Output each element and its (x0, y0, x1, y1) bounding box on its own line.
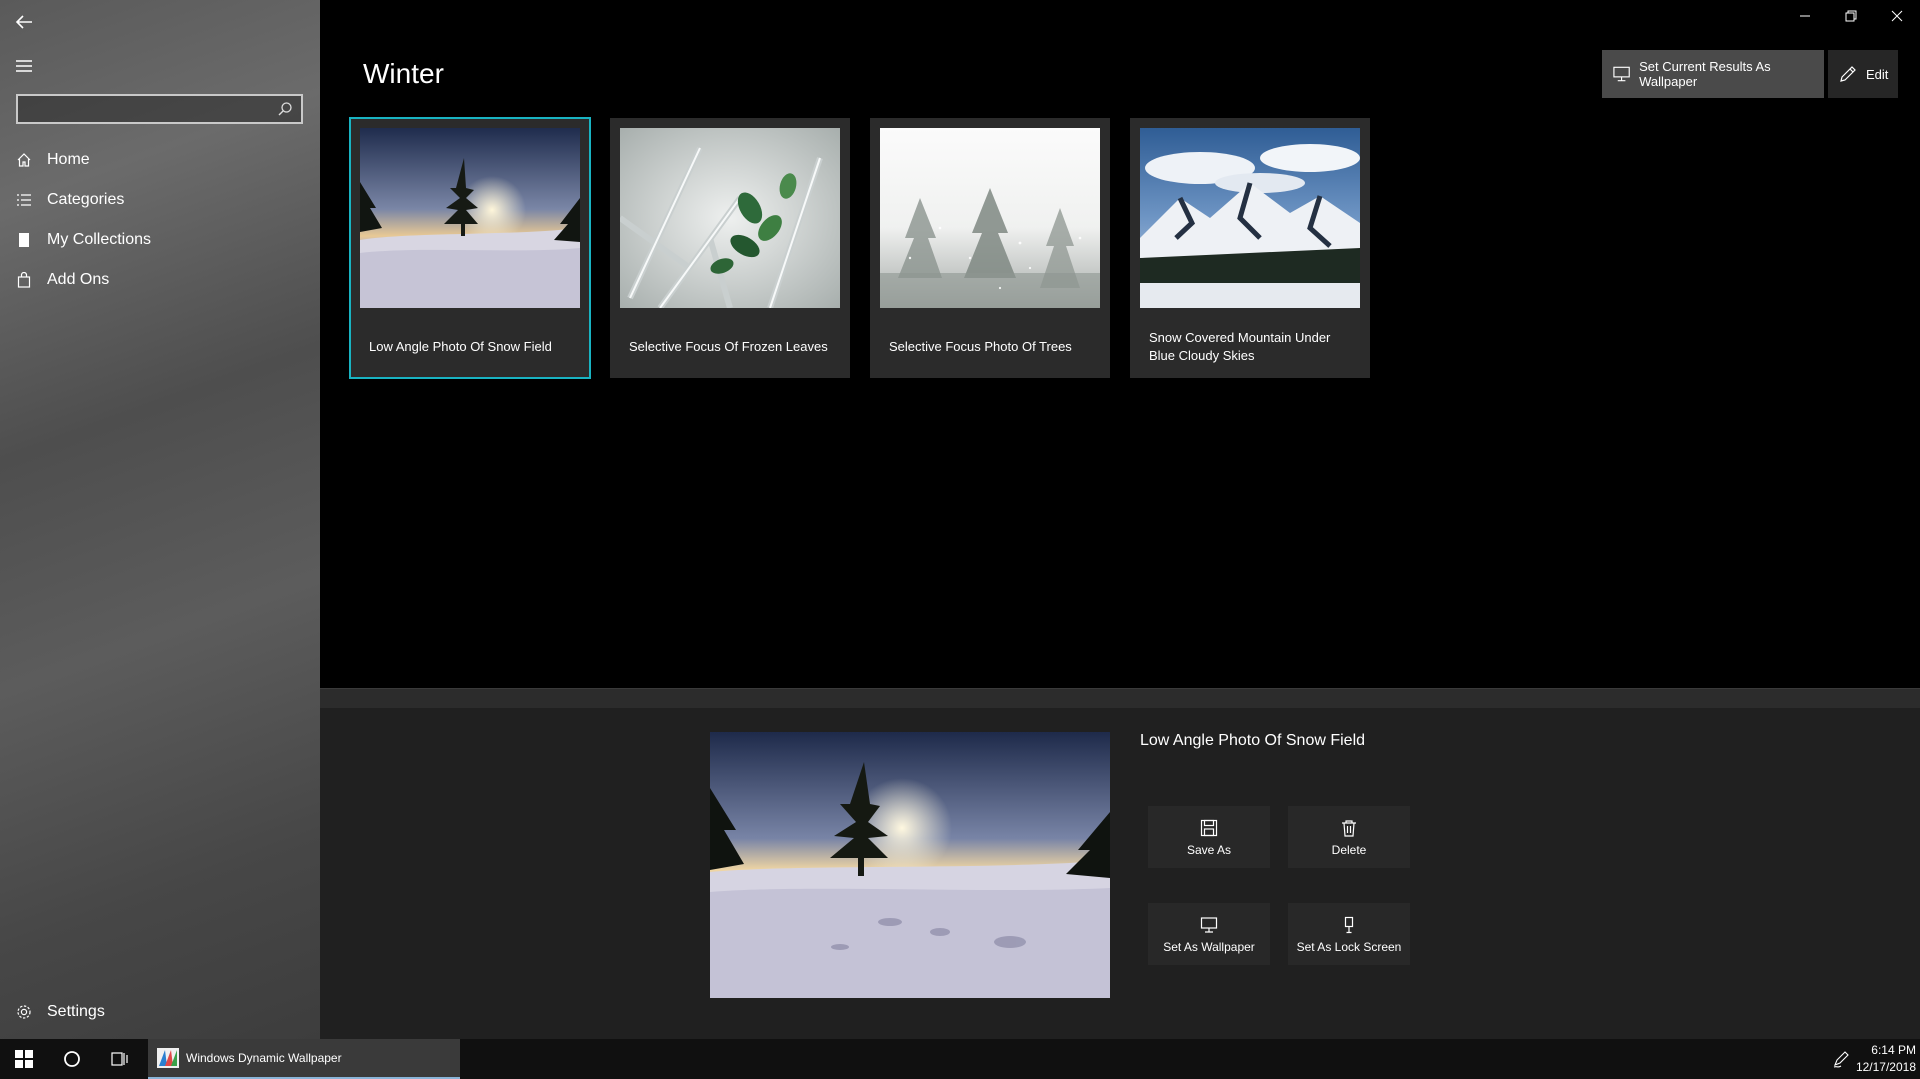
card-title: Low Angle Photo Of Snow Field (369, 339, 552, 354)
thumbnail-snowy-trees (880, 128, 1100, 308)
delete-label: Delete (1331, 843, 1367, 857)
gear-icon (15, 1003, 33, 1021)
sidebar-item-categories[interactable]: Categories (0, 180, 320, 220)
bookmark-icon (15, 231, 33, 249)
sidebar-item-my-collections[interactable]: My Collections (0, 220, 320, 260)
pencil-icon (1840, 66, 1856, 82)
delete-button[interactable]: Delete (1288, 806, 1410, 868)
save-as-button[interactable]: Save As (1148, 806, 1270, 868)
sidebar-item-home[interactable]: Home (0, 140, 320, 180)
hamburger-menu-button[interactable] (12, 56, 36, 76)
detail-title: Low Angle Photo Of Snow Field (1140, 732, 1366, 749)
set-as-wallpaper-button[interactable]: Set As Wallpaper (1148, 903, 1270, 965)
monitor-icon (1199, 914, 1219, 936)
detail-panel (320, 708, 1920, 1039)
thumbnail-frozen-leaves (620, 128, 840, 308)
task-view-icon (111, 1052, 128, 1066)
card-title: Selective Focus Photo Of Trees (889, 339, 1072, 354)
back-arrow-icon (15, 15, 32, 29)
set-as-lock-screen-button[interactable]: Set As Lock Screen (1288, 903, 1410, 965)
close-button[interactable] (1874, 0, 1920, 32)
sidebar-item-label: Home (47, 151, 90, 168)
clock-time: 6:14 PM (1871, 1043, 1916, 1057)
clock-date: 12/17/2018 (1855, 1060, 1916, 1074)
thumbnail-snow-field (360, 128, 580, 308)
sidebar-item-settings[interactable]: Settings (0, 992, 320, 1032)
taskbar-app-windows-dynamic-wallpaper[interactable]: Windows Dynamic Wallpaper (148, 1039, 460, 1079)
save-as-label: Save As (1186, 843, 1232, 857)
gallery-card[interactable]: Snow Covered Mountain Under Blue Cloudy … (1130, 118, 1370, 378)
detail-preview-image (710, 732, 1110, 998)
minimize-button[interactable] (1782, 0, 1828, 32)
pen-icon (1833, 1051, 1849, 1068)
sidebar-item-label: My Collections (47, 231, 152, 248)
gallery-card[interactable]: Low Angle Photo Of Snow Field (349, 117, 591, 379)
search-box (16, 94, 303, 124)
card-title: Selective Focus Of Frozen Leaves (629, 339, 828, 354)
gallery-card[interactable]: Selective Focus Of Frozen Leaves (610, 118, 850, 378)
monitor-icon (1613, 66, 1630, 82)
set-wallpaper-label: Set Current Results As Wallpaper (1639, 59, 1771, 89)
sidebar-item-add-ons[interactable]: Add Ons (0, 260, 320, 300)
close-icon (1891, 10, 1903, 22)
minimize-icon (1800, 15, 1810, 17)
trash-icon (1339, 817, 1359, 839)
restore-icon (1845, 10, 1857, 22)
search-input[interactable] (18, 96, 258, 122)
edit-label: Edit (1866, 66, 1889, 82)
home-icon (15, 151, 33, 169)
edit-button[interactable]: Edit (1828, 50, 1898, 98)
cortana-button[interactable] (48, 1039, 96, 1079)
save-icon (1199, 817, 1219, 839)
sidebar: Home Categories My Collections Add Ons S… (0, 0, 320, 1039)
back-button[interactable] (12, 10, 36, 34)
sidebar-item-label: Categories (47, 191, 125, 208)
search-icon[interactable] (277, 101, 293, 117)
task-view-button[interactable] (96, 1039, 144, 1079)
restore-button[interactable] (1828, 0, 1874, 32)
cortana-icon (64, 1051, 80, 1067)
bag-icon (15, 271, 33, 289)
page-title: Winter (363, 58, 444, 89)
panel-splitter[interactable] (320, 688, 1920, 708)
taskbar: Windows Dynamic Wallpaper 6:14 PM 12/17/… (0, 1039, 1920, 1079)
card-title: Snow Covered Mountain Under Blue Cloudy … (1149, 330, 1331, 363)
start-button[interactable] (0, 1039, 48, 1079)
sidebar-item-label: Settings (47, 1003, 105, 1020)
set-as-lock-screen-label: Set As Lock Screen (1296, 940, 1402, 954)
taskbar-app-label: Windows Dynamic Wallpaper (186, 1051, 342, 1065)
set-as-wallpaper-label: Set As Wallpaper (1163, 940, 1255, 954)
thumbnail-snow-mountain (1140, 128, 1360, 308)
hamburger-icon (16, 60, 32, 72)
app-icon (157, 1048, 179, 1068)
set-current-results-as-wallpaper-button[interactable]: Set Current Results As Wallpaper (1602, 50, 1824, 98)
system-clock[interactable]: 6:14 PM 12/17/2018 (1852, 1042, 1916, 1076)
gallery-card[interactable]: Selective Focus Photo Of Trees (870, 118, 1110, 378)
windows-logo-icon (15, 1050, 33, 1068)
list-icon (15, 191, 33, 209)
sidebar-item-label: Add Ons (47, 271, 110, 288)
phone-lock-icon (1339, 914, 1359, 936)
